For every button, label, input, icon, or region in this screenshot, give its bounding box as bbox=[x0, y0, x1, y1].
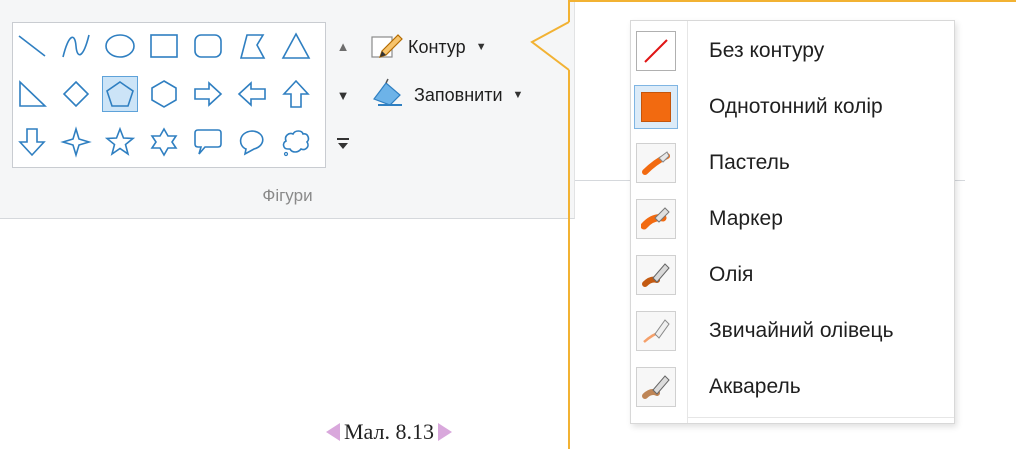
menu-item-label: Однотонний колір bbox=[709, 95, 883, 118]
triangle-shape-icon[interactable] bbox=[279, 29, 313, 63]
five-point-star-shape-icon[interactable] bbox=[103, 125, 137, 159]
callout-line-left-upper bbox=[568, 0, 570, 22]
rectangle-shape-icon[interactable] bbox=[147, 29, 181, 63]
solid-color-icon bbox=[634, 85, 678, 129]
expand-gallery-icon[interactable] bbox=[327, 120, 359, 168]
scroll-down-icon[interactable]: ▼ bbox=[327, 71, 359, 119]
caption-text: Мал. 8.13 bbox=[344, 419, 434, 444]
menu-item-label: Пастель bbox=[709, 151, 790, 174]
hexagon-shape-icon[interactable] bbox=[147, 77, 181, 111]
menu-item-no-outline[interactable]: Без контуру bbox=[631, 23, 954, 79]
right-arrow-shape-icon[interactable] bbox=[191, 77, 225, 111]
menu-item-label: Без контуру bbox=[709, 39, 825, 62]
menu-item-crayon[interactable]: Пастель bbox=[631, 135, 954, 191]
callout-pointer bbox=[530, 20, 572, 80]
outline-button[interactable]: Контур ▼ bbox=[370, 30, 487, 64]
fill-button[interactable]: Заповнити ▼ bbox=[370, 78, 523, 112]
polygon-shape-icon[interactable] bbox=[235, 29, 269, 63]
left-arrow-shape-icon[interactable] bbox=[235, 77, 269, 111]
callout-line-left-lower bbox=[568, 70, 570, 449]
curve-shape-icon[interactable] bbox=[59, 29, 93, 63]
six-point-star-shape-icon[interactable] bbox=[147, 125, 181, 159]
rounded-rectangle-shape-icon[interactable] bbox=[191, 29, 225, 63]
oil-brush-icon bbox=[636, 255, 676, 295]
natural-pencil-icon bbox=[636, 311, 676, 351]
gallery-scrollbar[interactable]: ▲ ▼ bbox=[327, 22, 359, 168]
oval-callout-shape-icon[interactable] bbox=[235, 125, 269, 159]
menu-item-label: Маркер bbox=[709, 207, 783, 230]
four-point-star-shape-icon[interactable] bbox=[59, 125, 93, 159]
menu-item-solid-color[interactable]: Однотонний колір bbox=[631, 79, 954, 135]
scroll-up-icon[interactable]: ▲ bbox=[327, 22, 359, 70]
pencil-outline-icon bbox=[370, 31, 404, 64]
no-outline-icon bbox=[636, 31, 676, 71]
menu-item-label: Звичайний олівець bbox=[709, 319, 894, 342]
group-label: Фігури bbox=[262, 186, 313, 205]
outline-dropdown-menu: Без контуру Однотонний колір Пастель Мар… bbox=[630, 20, 955, 424]
watercolor-icon bbox=[636, 367, 676, 407]
rounded-callout-shape-icon[interactable] bbox=[191, 125, 225, 159]
down-arrow-shape-icon[interactable] bbox=[15, 125, 49, 159]
caption-right-triangle-icon bbox=[438, 423, 452, 441]
pentagon-shape-icon[interactable] bbox=[102, 76, 138, 112]
caption-left-triangle-icon bbox=[326, 423, 340, 441]
shapes-ribbon-group: ▲ ▼ Контур ▼ Заповнити ▼ Фігури bbox=[0, 0, 575, 219]
menu-item-natural-pencil[interactable]: Звичайний олівець bbox=[631, 303, 954, 359]
diamond-shape-icon[interactable] bbox=[59, 77, 93, 111]
figure-caption: Мал. 8.13 bbox=[326, 419, 452, 445]
menu-item-watercolor[interactable]: Акварель bbox=[631, 359, 954, 415]
outline-label: Контур bbox=[408, 36, 466, 57]
callout-line-top bbox=[568, 0, 1016, 2]
up-arrow-shape-icon[interactable] bbox=[279, 77, 313, 111]
right-triangle-shape-icon[interactable] bbox=[15, 77, 49, 111]
fill-label: Заповнити bbox=[414, 84, 503, 105]
cloud-callout-shape-icon[interactable] bbox=[279, 125, 313, 159]
shapes-gallery bbox=[12, 22, 326, 168]
menu-item-oil[interactable]: Олія bbox=[631, 247, 954, 303]
menu-item-marker[interactable]: Маркер bbox=[631, 191, 954, 247]
paint-bucket-icon bbox=[370, 77, 410, 114]
oval-shape-icon[interactable] bbox=[103, 29, 137, 63]
chevron-down-icon: ▼ bbox=[512, 89, 524, 101]
menu-item-label: Олія bbox=[709, 263, 754, 286]
chevron-down-icon: ▼ bbox=[475, 41, 487, 53]
crayon-icon bbox=[636, 143, 676, 183]
marker-icon bbox=[636, 199, 676, 239]
line-shape-icon[interactable] bbox=[15, 29, 49, 63]
menu-bottom-divider bbox=[688, 417, 954, 418]
menu-item-label: Акварель bbox=[709, 375, 801, 398]
